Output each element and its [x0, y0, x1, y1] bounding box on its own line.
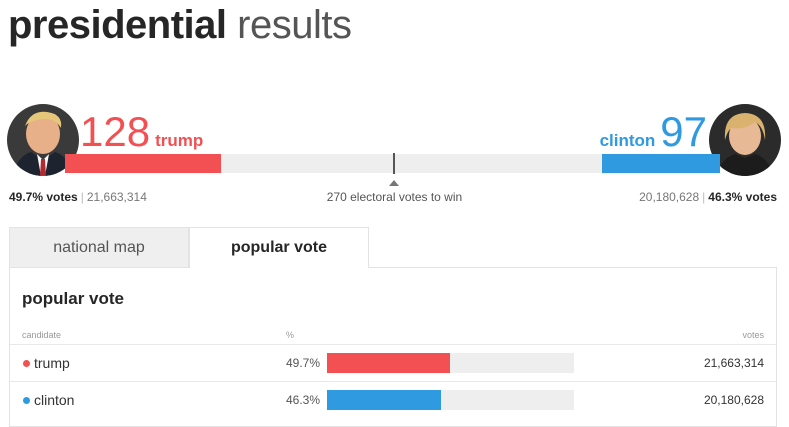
column-header-votes: votes	[742, 330, 764, 340]
trump-dot-icon	[23, 360, 30, 367]
tab-popular-vote[interactable]: popular vote	[189, 227, 369, 268]
clinton-popular-pct: 46.3% votes	[708, 190, 777, 204]
divider: |	[702, 190, 706, 204]
divider: |	[80, 190, 84, 204]
popular-vote-panel: popular vote candidate % votes trump 49.…	[9, 267, 777, 427]
percent-bar	[327, 353, 574, 373]
clinton-dot-icon	[23, 397, 30, 404]
trump-electoral-fill	[65, 154, 221, 173]
clinton-electoral-votes: 97	[660, 108, 707, 155]
win-threshold-arrow-icon	[389, 180, 399, 186]
candidate-name: clinton	[34, 392, 75, 408]
table-row-trump: trump 49.7% 21,663,314	[10, 344, 776, 381]
candidate-name: trump	[34, 355, 70, 371]
trump-popular-summary: 49.7% votes | 21,663,314	[9, 190, 147, 204]
candidate-votes: 20,180,628	[703, 393, 764, 407]
column-header-candidate: candidate	[22, 330, 62, 340]
percent-bar	[327, 390, 574, 410]
page-title-bold: presidential	[8, 3, 227, 47]
percent-bar-fill	[327, 353, 450, 373]
candidate-percent: 49.7%	[286, 356, 321, 370]
column-header-percent: %	[286, 330, 295, 340]
clinton-name-label: clinton	[599, 131, 656, 150]
panel-title: popular vote	[22, 289, 125, 308]
candidate-percent: 46.3%	[286, 393, 321, 407]
clinton-popular-summary: 20,180,628 | 46.3% votes	[639, 190, 777, 204]
trump-name-label: trump	[155, 131, 204, 150]
trump-popular-count: 21,663,314	[86, 190, 147, 204]
page-title: presidential results	[8, 2, 352, 48]
tab-national-map[interactable]: national map	[9, 227, 189, 267]
percent-bar-fill	[327, 390, 442, 410]
candidate-votes: 21,663,314	[703, 356, 764, 370]
results-tabs: national map popular vote	[9, 227, 777, 268]
clinton-popular-count: 20,180,628	[639, 190, 700, 204]
win-threshold-marker	[393, 153, 395, 174]
trump-popular-pct: 49.7% votes	[9, 190, 78, 204]
trump-electoral-count: 128 trump	[80, 110, 203, 154]
table-row-clinton: clinton 46.3% 20,180,628	[10, 381, 776, 418]
clinton-electoral-count: clinton 97	[600, 110, 707, 154]
trump-electoral-votes: 128	[80, 108, 151, 155]
clinton-electoral-fill	[602, 154, 720, 173]
page-title-light: results	[237, 3, 352, 47]
